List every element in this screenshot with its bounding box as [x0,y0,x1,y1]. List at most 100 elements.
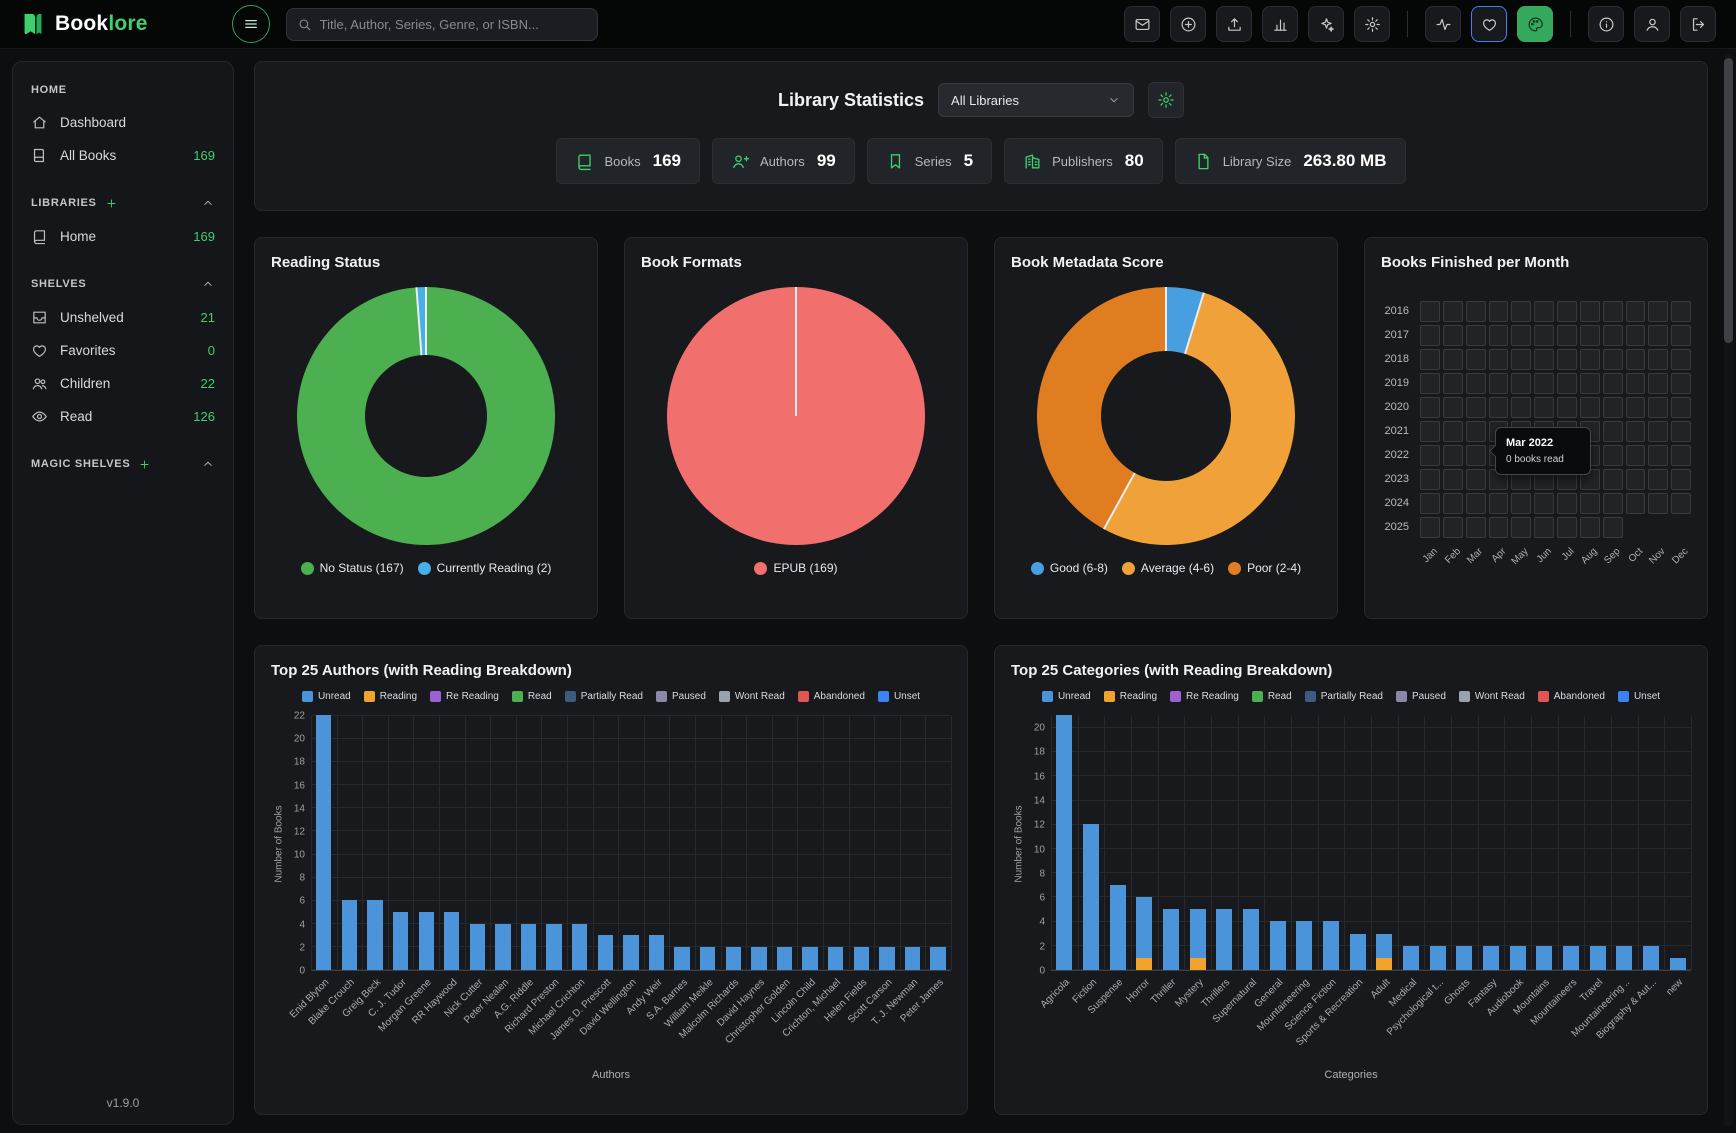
heatmap-cell[interactable] [1580,517,1600,538]
legend-item-abandoned[interactable]: Abandoned [798,691,865,702]
inbox-button[interactable] [1124,6,1160,42]
heatmap-cell[interactable] [1420,373,1440,394]
heatmap-cell[interactable] [1443,445,1463,466]
heatmap-cell[interactable] [1534,517,1554,538]
legend-item-poor-2-4[interactable]: Poor (2-4) [1228,561,1301,575]
heatmap-cell[interactable] [1671,349,1691,370]
heatmap-cell[interactable] [1489,517,1509,538]
heatmap-cell[interactable] [1557,517,1577,538]
bar-sports-recreation[interactable] [1350,934,1366,970]
heatmap-cell[interactable] [1671,469,1691,490]
legend-item-partially-read[interactable]: Partially Read [565,691,643,702]
bar-thriller[interactable] [1163,909,1179,970]
heatmap-cell[interactable] [1534,373,1554,394]
search-input[interactable] [320,17,587,32]
legend-item-read[interactable]: Read [512,691,552,702]
sidebar-item-children[interactable]: Children22 [13,367,233,400]
collapse-magic-shelves-button[interactable] [201,457,215,471]
sidebar-item-all-books[interactable]: All Books169 [13,139,233,172]
bar-blake-crouch[interactable] [342,900,357,970]
bar-lincoln-child[interactable] [802,947,817,970]
legend-item-no-status-167[interactable]: No Status (167) [301,561,404,575]
bar-enid-blyton[interactable] [316,715,331,970]
heatmap-cell[interactable] [1557,325,1577,346]
legend-item-unset[interactable]: Unset [878,691,920,702]
bar-mountains[interactable] [1536,946,1552,970]
heatmap-cell[interactable] [1626,301,1646,322]
heatmap-cell[interactable] [1511,301,1531,322]
heatmap-cell[interactable] [1603,325,1623,346]
heatmap-cell[interactable] [1443,397,1463,418]
bar-adult[interactable] [1376,934,1392,970]
heatmap-cell[interactable] [1603,349,1623,370]
heatmap-cell[interactable] [1603,373,1623,394]
upload-button[interactable] [1216,6,1252,42]
bar-t-j-newman[interactable] [905,947,920,970]
bar-a-g-riddle[interactable] [521,924,536,970]
menu-button[interactable] [232,5,270,43]
heatmap-cell[interactable] [1626,397,1646,418]
heatmap-cell[interactable] [1603,493,1623,514]
heatmap-cell[interactable] [1511,517,1531,538]
heatmap-cell[interactable] [1626,469,1646,490]
legend-item-currently-reading-2[interactable]: Currently Reading (2) [418,561,552,575]
scrollbar[interactable] [1724,54,1733,1127]
bar-mountaineering[interactable] [1296,921,1312,970]
legend-item-paused[interactable]: Paused [1396,691,1446,702]
heatmap-cell[interactable] [1534,349,1554,370]
bar-medical[interactable] [1403,946,1419,970]
bar-malcolm-richards[interactable] [726,947,741,970]
legend-item-average-4-6[interactable]: Average (4-6) [1122,561,1214,575]
heatmap-cell[interactable] [1648,493,1668,514]
heatmap-cell[interactable] [1626,493,1646,514]
bar-general[interactable] [1270,921,1286,970]
heatmap-cell[interactable] [1580,493,1600,514]
stats-settings-button[interactable] [1148,82,1184,118]
heatmap-cell[interactable] [1648,373,1668,394]
heatmap-cell[interactable] [1511,373,1531,394]
heatmap-cell[interactable] [1511,493,1531,514]
heatmap-cell[interactable] [1420,469,1440,490]
bar-crichton-michael[interactable] [828,947,843,970]
bar-michael-crichton[interactable] [572,924,587,970]
sidebar-item-dashboard[interactable]: Dashboard [13,106,233,139]
heatmap-cell[interactable] [1603,469,1623,490]
account-button[interactable] [1634,6,1670,42]
bar-christopher-golden[interactable] [777,947,792,970]
heatmap-cell[interactable] [1420,493,1440,514]
bar-psychological-t[interactable] [1430,946,1446,970]
bar-ghosts[interactable] [1456,946,1472,970]
legend-item-paused[interactable]: Paused [656,691,706,702]
heatmap-cell[interactable] [1671,493,1691,514]
heatmap-cell[interactable] [1648,445,1668,466]
legend-item-re-reading[interactable]: Re Reading [1170,691,1239,702]
heatmap-cell[interactable] [1648,469,1668,490]
heatmap-cell[interactable] [1626,349,1646,370]
bar-scott-carson[interactable] [879,947,894,970]
heatmap-cell[interactable] [1420,445,1440,466]
heatmap-cell[interactable] [1580,301,1600,322]
heatmap-cell[interactable] [1626,445,1646,466]
heatmap-cell[interactable] [1671,421,1691,442]
legend-item-epub-169[interactable]: EPUB (169) [754,561,837,575]
legend-item-re-reading[interactable]: Re Reading [430,691,499,702]
heatmap-cell[interactable] [1443,349,1463,370]
sidebar-item-home[interactable]: Home169 [13,220,233,253]
bar-greig-beck[interactable] [367,900,382,970]
heatmap-cell[interactable] [1671,373,1691,394]
heatmap-cell[interactable] [1511,349,1531,370]
bar-peter-nealen[interactable] [495,924,510,970]
sidebar-item-unshelved[interactable]: Unshelved21 [13,301,233,334]
heatmap-cell[interactable] [1671,445,1691,466]
heatmap-cell[interactable] [1466,301,1486,322]
heatmap-cell[interactable] [1580,325,1600,346]
legend-item-unread[interactable]: Unread [302,691,351,702]
heatmap-cell[interactable] [1648,397,1668,418]
heatmap-cell[interactable] [1511,325,1531,346]
heatmap-cell[interactable] [1443,469,1463,490]
heatmap-cell[interactable] [1420,421,1440,442]
heatmap-cell[interactable] [1489,301,1509,322]
heatmap-cell[interactable] [1466,349,1486,370]
heatmap-cell[interactable] [1420,349,1440,370]
legend-item-unset[interactable]: Unset [1618,691,1660,702]
